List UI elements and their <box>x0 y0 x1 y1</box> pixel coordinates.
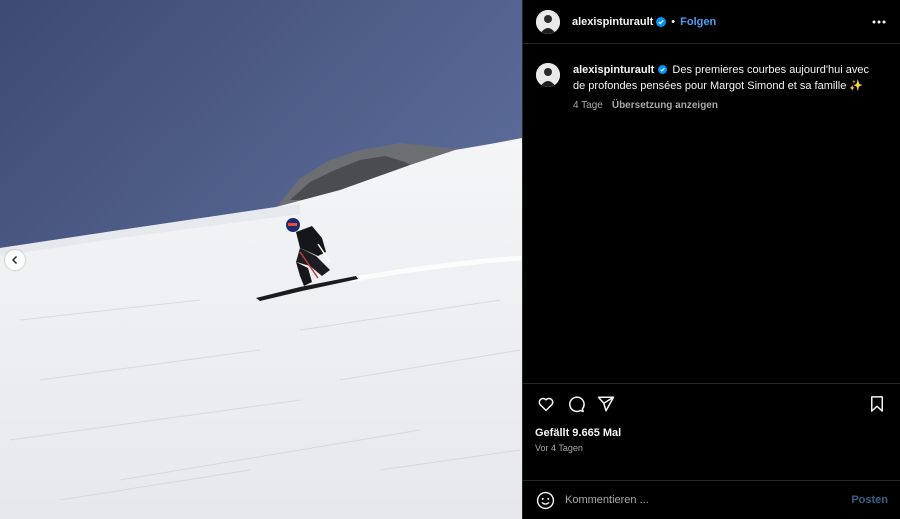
heart-icon <box>538 397 554 411</box>
comment-button[interactable] <box>565 393 587 415</box>
send-icon <box>597 396 615 411</box>
caption-avatar[interactable] <box>536 63 560 87</box>
like-count[interactable]: Gefällt 9.665 Mal <box>523 423 900 441</box>
caption-meta: 4 Tage Übersetzung anzeigen <box>573 98 873 114</box>
caption-age[interactable]: 4 Tage <box>573 98 603 114</box>
post-header: alexispinturault • Folgen <box>523 0 900 44</box>
post-date: Vor 4 Tagen <box>535 443 583 453</box>
verified-badge-icon <box>658 65 668 74</box>
previous-slide-button[interactable] <box>5 250 25 270</box>
caption: alexispinturault Des premieres courbes a… <box>536 62 888 114</box>
emoji-icon <box>536 491 554 509</box>
post-media[interactable] <box>0 0 522 519</box>
comment-input[interactable] <box>565 494 852 506</box>
post-details-panel: alexispinturault • Folgen alexispinturau… <box>522 0 900 519</box>
separator-dot: • <box>671 15 676 28</box>
post-comment-button[interactable]: Posten <box>851 494 888 506</box>
share-button[interactable] <box>595 393 617 415</box>
ski-photo <box>0 0 522 519</box>
follow-button[interactable]: Folgen <box>680 16 716 28</box>
username-link[interactable]: alexispinturault <box>572 16 653 28</box>
more-horizontal-icon <box>872 20 886 23</box>
avatar[interactable] <box>536 9 560 34</box>
bookmark-icon <box>871 395 883 412</box>
more-options-button[interactable] <box>870 13 888 31</box>
comments-section: alexispinturault Des premieres courbes a… <box>523 44 900 383</box>
chevron-left-icon <box>11 255 18 265</box>
emoji-button[interactable] <box>535 490 555 510</box>
comment-icon <box>569 395 585 412</box>
save-button[interactable] <box>866 393 888 415</box>
avatar-image <box>536 9 560 34</box>
like-button[interactable] <box>535 393 557 415</box>
caption-body: alexispinturault Des premieres courbes a… <box>573 62 873 114</box>
caption-username[interactable]: alexispinturault <box>573 64 654 76</box>
action-bar <box>523 383 900 423</box>
comment-form: Posten <box>523 480 900 519</box>
post-viewer: alexispinturault • Folgen alexispinturau… <box>0 0 900 519</box>
translate-button[interactable]: Übersetzung anzeigen <box>612 98 718 114</box>
verified-badge-icon <box>656 16 667 27</box>
avatar-image <box>536 63 560 87</box>
